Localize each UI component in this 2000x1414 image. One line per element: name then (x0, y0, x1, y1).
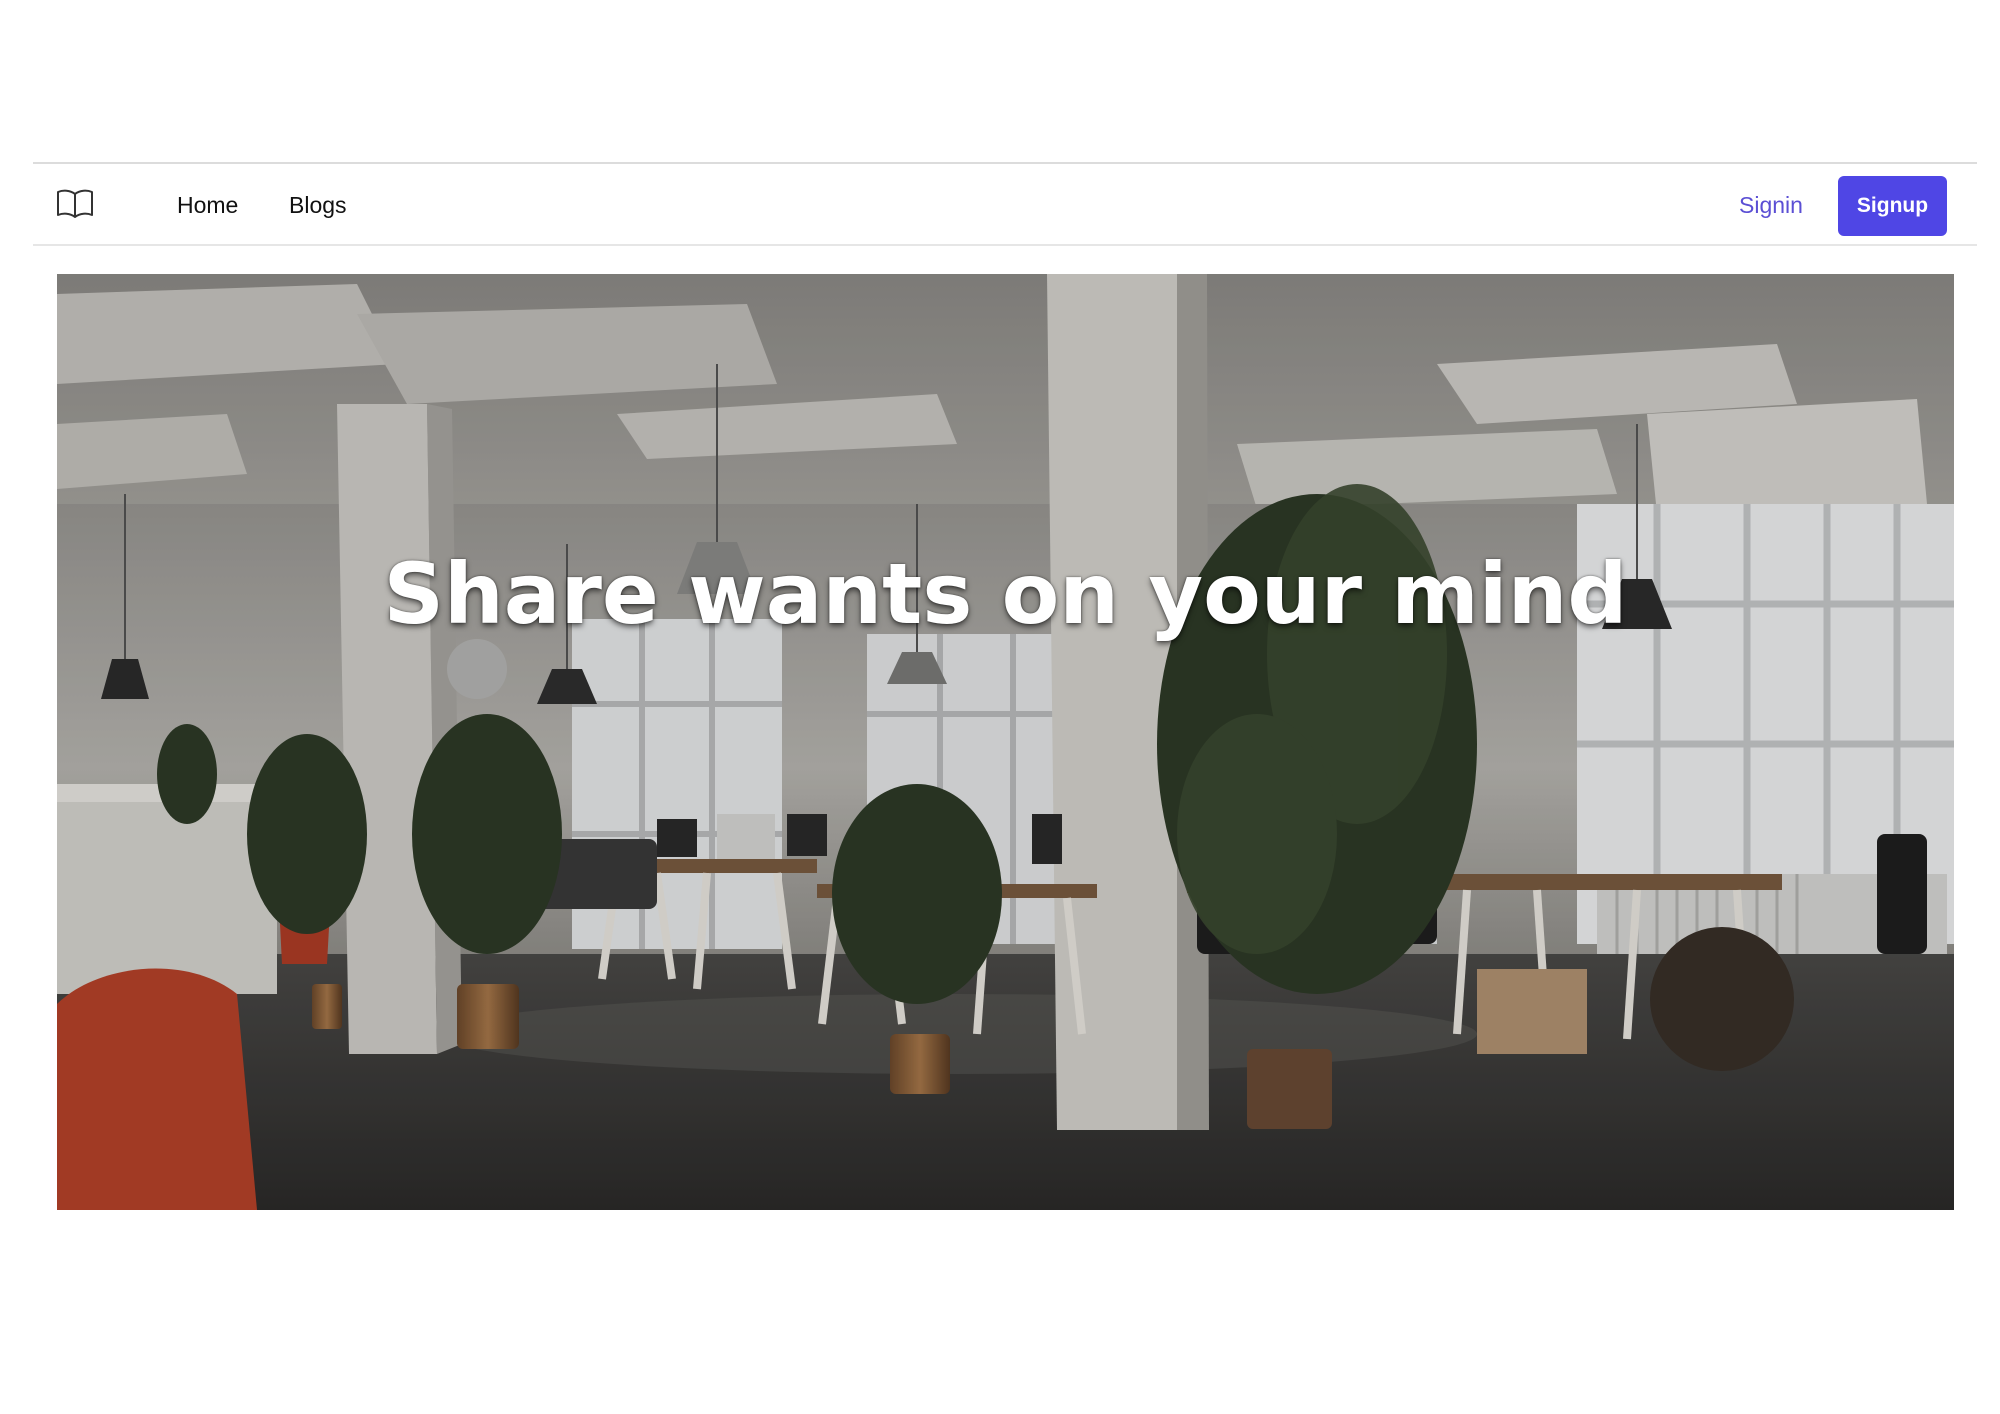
hero-image (57, 274, 1954, 1210)
top-navbar: Home Blogs Signin Signup (33, 162, 1977, 246)
signup-button[interactable]: Signup (1838, 176, 1947, 236)
book-icon[interactable] (55, 188, 95, 220)
hero-banner: Share wants on your mind (57, 274, 1954, 1210)
nav-link-blogs[interactable]: Blogs (289, 191, 347, 219)
hero-heading: Share wants on your mind (383, 545, 1628, 643)
signin-link[interactable]: Signin (1739, 191, 1803, 219)
nav-link-home[interactable]: Home (177, 191, 238, 219)
